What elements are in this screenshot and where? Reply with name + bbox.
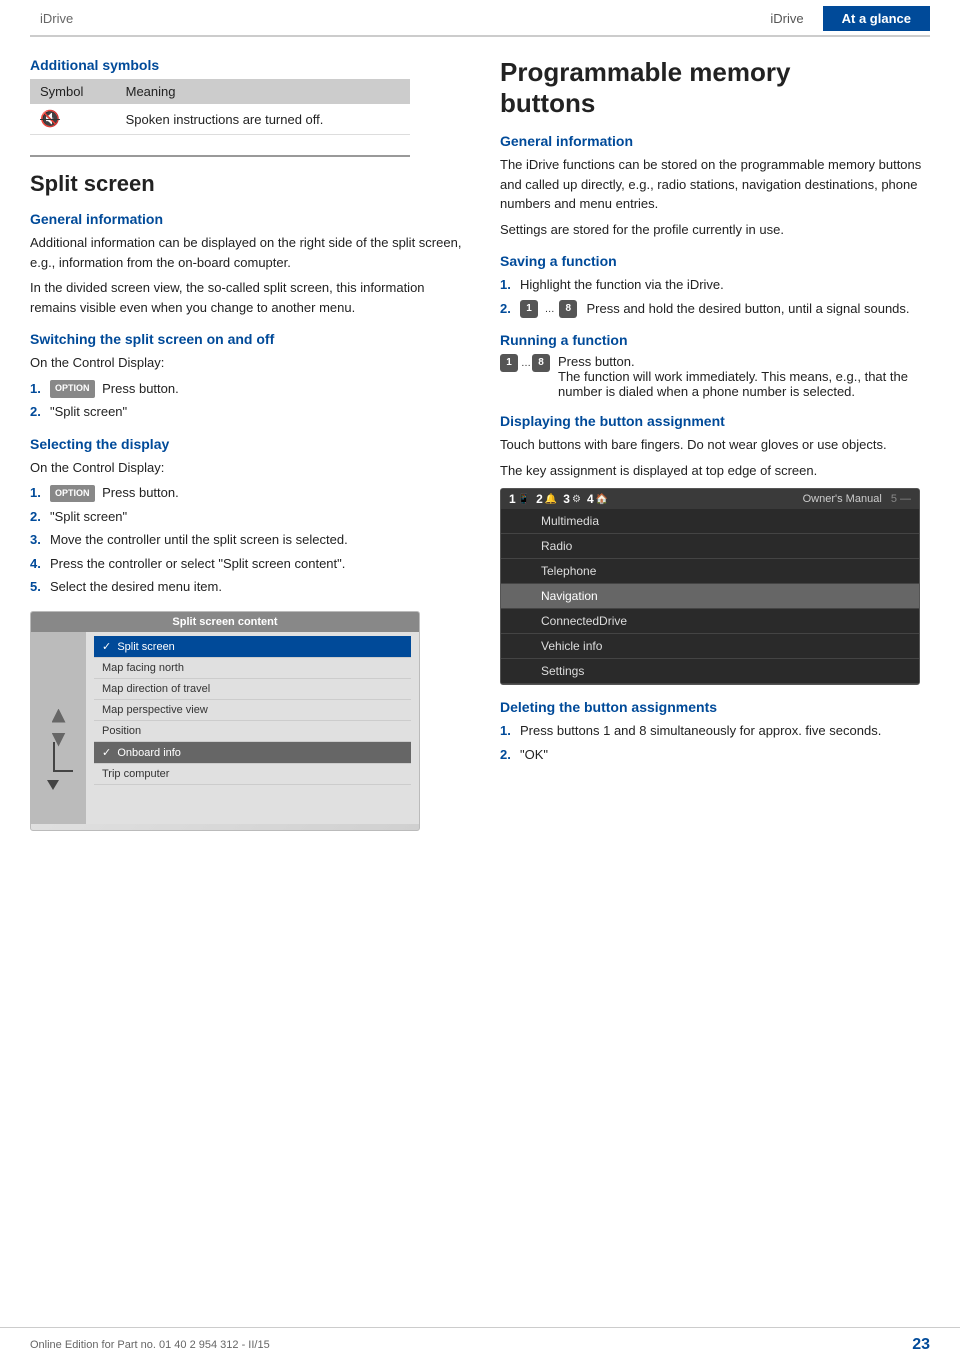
splitscreen-image: Split screen content ✓ Split screen Map … xyxy=(30,611,420,831)
step-item: 2. 1 … 8 Press and hold the desired butt… xyxy=(500,299,930,319)
page-footer: Online Edition for Part no. 01 40 2 954 … xyxy=(0,1327,960,1362)
ss-menu-item: Position xyxy=(94,721,411,742)
option-button-icon: OPTION xyxy=(50,485,95,503)
ss-menu-item: Map perspective view xyxy=(94,700,411,721)
tab-idrive[interactable]: iDrive xyxy=(751,6,822,31)
selecting-subtitle: Selecting the display xyxy=(30,436,470,452)
splitscreen-menu: ✓ Split screen Map facing north Map dire… xyxy=(86,632,419,824)
btn-display-row: Settings xyxy=(501,659,919,684)
running-subtitle: Running a function xyxy=(500,332,930,348)
prog-general-info-subtitle: General information xyxy=(500,133,930,149)
btn-display-row: Radio xyxy=(501,534,919,559)
switching-steps: 1. OPTION Press button. 2. "Split screen… xyxy=(30,379,470,422)
displaying-para-2: The key assignment is displayed at top e… xyxy=(500,461,930,481)
running-intro: Press button. xyxy=(558,354,635,369)
tab-at-a-glance[interactable]: At a glance xyxy=(823,6,930,31)
saving-steps: 1. Highlight the function via the iDrive… xyxy=(500,275,930,318)
selecting-steps: 1. OPTION Press button. 2. "Split screen… xyxy=(30,483,470,597)
btn-display-item-5: 5 — xyxy=(888,493,911,505)
running-text: The function will work immediately. This… xyxy=(558,369,908,399)
step-item: 5. Select the desired menu item. xyxy=(30,577,470,597)
step-item: 3. Move the controller until the split s… xyxy=(30,530,470,550)
symbol-icon: 🔇 xyxy=(30,104,116,135)
prog-general-para-2: Settings are stored for the profile curr… xyxy=(500,220,930,240)
btn-header-item-2: 2 🔔 xyxy=(536,492,557,506)
symbols-col-symbol: Symbol xyxy=(30,79,116,104)
btn-display-header: 1 📱 2 🔔 3 ⚙ 4 🏠 Owner's Manual 5 — xyxy=(501,489,919,509)
button-display-image: 1 📱 2 🔔 3 ⚙ 4 🏠 Owner's Manual 5 — xyxy=(500,488,920,685)
prog-general-para-1: The iDrive functions can be stored on th… xyxy=(500,155,930,214)
btn-display-row: Vehicle info xyxy=(501,634,919,659)
page-header: iDrive iDrive At a glance xyxy=(30,0,930,37)
symbols-row: 🔇 Spoken instructions are turned off. xyxy=(30,104,410,135)
ss-menu-item-onboard: ✓ Onboard info xyxy=(94,742,411,764)
step-item: 1. OPTION Press button. xyxy=(30,379,470,399)
step-item: 1. Highlight the function via the iDrive… xyxy=(500,275,930,295)
btn-header-item-4: 4 🏠 xyxy=(587,492,608,506)
general-info-para-2: In the divided screen view, the so-calle… xyxy=(30,278,470,317)
btn-display-row-selected: Navigation xyxy=(501,584,919,609)
saving-subtitle: Saving a function xyxy=(500,253,930,269)
additional-symbols-title: Additional symbols xyxy=(30,57,470,73)
section-divider xyxy=(30,155,410,157)
deleting-subtitle: Deleting the button assignments xyxy=(500,699,930,715)
btn-display-body: Multimedia Radio Telephone Navigation Co… xyxy=(501,509,919,684)
switching-intro: On the Control Display: xyxy=(30,353,470,373)
displaying-subtitle: Displaying the button assignment xyxy=(500,413,930,429)
step-item: 1. OPTION Press button. xyxy=(30,483,470,503)
left-column: Additional symbols Symbol Meaning 🔇 Spok… xyxy=(30,57,470,831)
programmable-memory-title: Programmable memorybuttons xyxy=(500,57,930,119)
selecting-intro: On the Control Display: xyxy=(30,458,470,478)
running-section: 1 … 8 Press button. The function will wo… xyxy=(500,354,930,399)
num-btn-1: 1 xyxy=(520,300,538,318)
btn-display-row: Telephone xyxy=(501,559,919,584)
btn-display-owner-manual: Owner's Manual xyxy=(803,493,882,505)
general-info-para-1: Additional information can be displayed … xyxy=(30,233,470,272)
run-num-btn-8: 8 xyxy=(532,354,550,372)
step-item: 2. "Split screen" xyxy=(30,402,470,422)
displaying-para-1: Touch buttons with bare fingers. Do not … xyxy=(500,435,930,455)
header-left-label: iDrive xyxy=(30,11,73,26)
step-item: 2. "OK" xyxy=(500,745,930,765)
footer-text: Online Edition for Part no. 01 40 2 954 … xyxy=(30,1339,270,1351)
btn-header-item-1: 1 📱 xyxy=(509,492,530,506)
ss-menu-item: Map direction of travel xyxy=(94,679,411,700)
main-content: Additional symbols Symbol Meaning 🔇 Spok… xyxy=(0,37,960,871)
symbol-meaning: Spoken instructions are turned off. xyxy=(116,104,410,135)
page-number: 23 xyxy=(912,1336,930,1354)
step-item: 4. Press the controller or select "Split… xyxy=(30,554,470,574)
general-info-subtitle-left: General information xyxy=(30,211,470,227)
symbols-table: Symbol Meaning 🔇 Spoken instructions are… xyxy=(30,79,410,135)
run-num-btn-1: 1 xyxy=(500,354,518,372)
split-screen-title: Split screen xyxy=(30,171,470,197)
ss-menu-item: Map facing north xyxy=(94,658,411,679)
deleting-steps: 1. Press buttons 1 and 8 simultaneously … xyxy=(500,721,930,764)
splitscreen-left-controls xyxy=(31,632,86,824)
num-btn-8: 8 xyxy=(559,300,577,318)
switching-subtitle: Switching the split screen on and off xyxy=(30,331,470,347)
option-button-icon: OPTION xyxy=(50,380,95,398)
splitscreen-header: Split screen content xyxy=(31,612,419,632)
step-item: 1. Press buttons 1 and 8 simultaneously … xyxy=(500,721,930,741)
right-column: Programmable memorybuttons General infor… xyxy=(500,57,930,831)
symbols-col-meaning: Meaning xyxy=(116,79,410,104)
ss-menu-item: Trip computer xyxy=(94,764,411,785)
step-item: 2. "Split screen" xyxy=(30,507,470,527)
ss-menu-item: ✓ Split screen xyxy=(94,636,411,658)
btn-display-row: Multimedia xyxy=(501,509,919,534)
header-tabs: iDrive At a glance xyxy=(751,6,930,31)
btn-header-item-3: 3 ⚙ xyxy=(563,492,581,506)
splitscreen-body: ✓ Split screen Map facing north Map dire… xyxy=(31,632,419,824)
btn-display-row: ConnectedDrive xyxy=(501,609,919,634)
